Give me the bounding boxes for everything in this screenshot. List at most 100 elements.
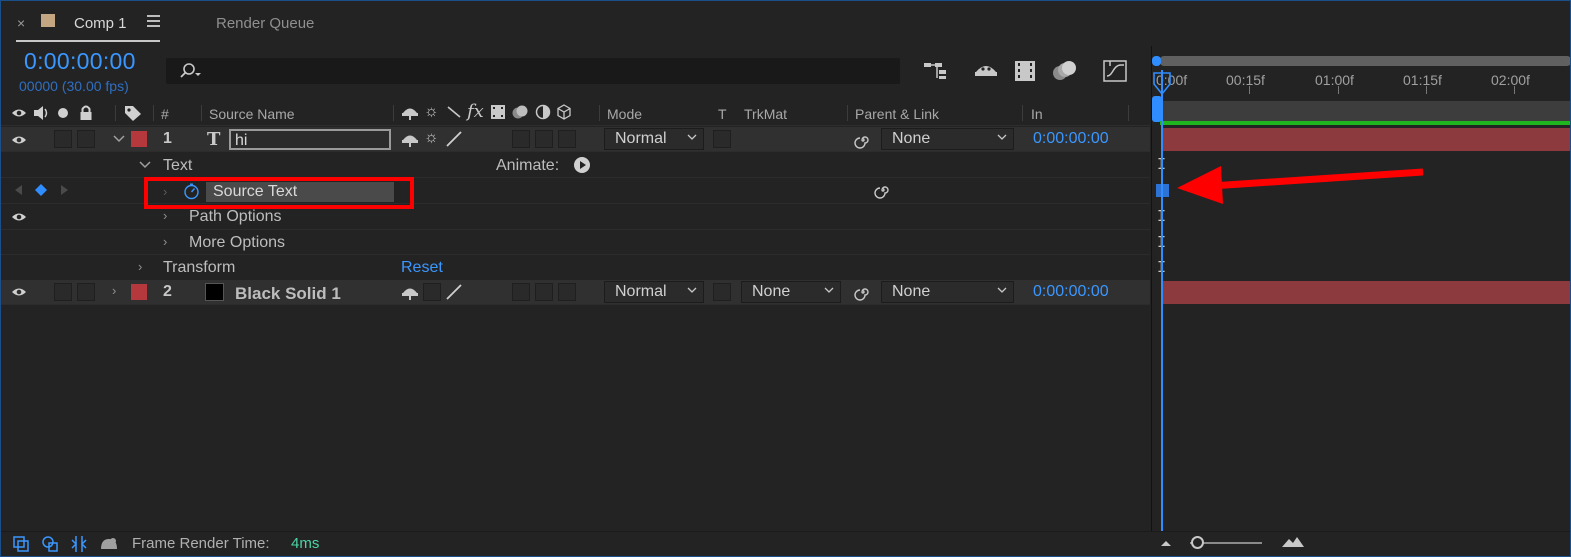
time-ruler-label: 00:15f xyxy=(1226,72,1265,88)
source-text-label[interactable]: Source Text xyxy=(213,183,297,201)
reset-link[interactable]: Reset xyxy=(401,259,443,277)
switch-toggle[interactable] xyxy=(558,130,576,148)
pickwhip-icon[interactable] xyxy=(854,131,872,149)
zoom-in-icon[interactable] xyxy=(1281,536,1305,548)
panel-menu-icon[interactable] xyxy=(147,15,160,27)
time-navigator-start-handle[interactable] xyxy=(1152,56,1161,66)
column-header-number[interactable]: # xyxy=(161,106,169,122)
switch-toggle[interactable] xyxy=(535,130,553,148)
chevron-right-icon[interactable]: › xyxy=(138,259,142,274)
effects-icon: fx xyxy=(467,101,484,122)
current-time-display[interactable]: 0:00:00:00 xyxy=(24,48,136,75)
column-header-source-name[interactable]: Source Name xyxy=(209,106,295,122)
zoom-slider-thumb[interactable] xyxy=(1191,536,1204,549)
layer-in-point[interactable]: 0:00:00:00 xyxy=(1033,283,1109,301)
layer-in-point[interactable]: 0:00:00:00 xyxy=(1033,130,1109,148)
transfer-controls-icon[interactable] xyxy=(41,535,59,553)
column-separator xyxy=(599,105,600,121)
frame-render-time-value: 4ms xyxy=(291,535,320,552)
switch-toggle[interactable] xyxy=(535,283,553,301)
eye-icon[interactable] xyxy=(11,106,27,120)
work-area-bar[interactable] xyxy=(1160,101,1571,121)
chevron-down-icon[interactable] xyxy=(112,134,126,144)
lock-icon[interactable] xyxy=(79,104,93,121)
current-time-indicator[interactable] xyxy=(1161,70,1163,531)
shy-icon[interactable] xyxy=(972,58,1000,84)
switch-toggle[interactable] xyxy=(558,283,576,301)
column-header-in[interactable]: In xyxy=(1031,106,1043,122)
render-time-icon[interactable] xyxy=(98,535,120,553)
speaker-icon[interactable] xyxy=(32,105,50,121)
column-header-t[interactable]: T xyxy=(718,106,727,122)
column-header-trkmat[interactable]: TrkMat xyxy=(744,106,787,122)
column-header-mode[interactable]: Mode xyxy=(607,106,642,122)
keyframe-diamond-icon[interactable] xyxy=(34,183,48,197)
layer-switches-icon[interactable] xyxy=(12,535,30,553)
chevron-right-icon[interactable]: › xyxy=(163,208,167,223)
switch-toggle[interactable] xyxy=(512,283,530,301)
layer-name-field[interactable]: hi xyxy=(229,129,391,150)
frame-blend-icon[interactable] xyxy=(1011,58,1039,84)
time-ruler-tick xyxy=(1426,86,1427,94)
chevron-down-icon xyxy=(687,134,697,140)
switch-toggle[interactable] xyxy=(512,130,530,148)
motion-blur-icon[interactable] xyxy=(1050,58,1078,84)
layer-label-color[interactable] xyxy=(131,131,147,147)
more-options-label: More Options xyxy=(189,234,286,251)
sun-icon[interactable]: ☼ xyxy=(424,129,439,147)
close-tab-button[interactable]: × xyxy=(17,15,25,31)
text-layer-icon: T xyxy=(207,129,221,150)
quality-switch-icon[interactable] xyxy=(444,130,464,148)
layer-label-color[interactable] xyxy=(131,284,147,300)
time-ruler-tick xyxy=(1514,86,1515,94)
chevron-down-icon[interactable] xyxy=(138,160,152,170)
pickwhip-icon[interactable] xyxy=(854,283,872,301)
flowchart-icon[interactable] xyxy=(922,58,950,84)
blend-mode-dropdown[interactable]: Normal xyxy=(604,128,704,150)
property-row-more-options xyxy=(0,230,1150,255)
layer-name[interactable]: Black Solid 1 xyxy=(235,284,341,304)
shy-switch-icon[interactable] xyxy=(401,131,419,147)
blend-mode-dropdown[interactable]: Normal xyxy=(604,281,704,303)
chevron-right-icon[interactable]: › xyxy=(112,283,116,298)
parent-dropdown[interactable]: None xyxy=(881,128,1014,150)
eye-icon[interactable] xyxy=(11,210,27,224)
label-tag-icon[interactable] xyxy=(123,104,143,122)
solid-color-swatch xyxy=(205,283,224,301)
play-circle-icon[interactable] xyxy=(573,156,591,174)
track-matte-dropdown[interactable]: None xyxy=(741,281,841,303)
eye-icon[interactable] xyxy=(11,133,27,147)
zoom-out-icon[interactable] xyxy=(1159,538,1173,548)
column-header-parent-link[interactable]: Parent & Link xyxy=(855,106,939,122)
chevron-right-icon[interactable]: › xyxy=(163,234,167,249)
parent-dropdown[interactable]: None xyxy=(881,281,1014,303)
quality-switch-icon[interactable] xyxy=(444,283,464,301)
in-out-panel-icon[interactable] xyxy=(70,534,88,554)
preserve-transparency-toggle[interactable] xyxy=(713,130,731,148)
tab-render-queue[interactable]: Render Queue xyxy=(216,15,314,32)
solo-toggle[interactable] xyxy=(54,283,72,301)
preserve-transparency-toggle[interactable] xyxy=(713,283,731,301)
eye-icon[interactable] xyxy=(11,285,27,299)
shy-switch-icon[interactable] xyxy=(401,284,419,300)
tab-comp-1[interactable]: Comp 1 xyxy=(74,15,127,32)
previous-keyframe-icon[interactable] xyxy=(13,184,23,196)
blend-mode-value: Normal xyxy=(615,130,667,147)
time-navigator-bar[interactable] xyxy=(1160,56,1571,66)
playhead-handle-icon[interactable] xyxy=(1153,72,1171,96)
solo-toggle[interactable] xyxy=(54,130,72,148)
lock-toggle[interactable] xyxy=(77,283,95,301)
next-keyframe-icon[interactable] xyxy=(60,184,70,196)
layer-1-duration-bar[interactable] xyxy=(1162,128,1571,151)
pickwhip-icon[interactable] xyxy=(874,181,892,199)
switch-toggle[interactable] xyxy=(423,283,441,301)
layer-2-duration-bar[interactable] xyxy=(1162,281,1571,304)
render-cache-bar xyxy=(1160,121,1571,125)
solo-icon[interactable] xyxy=(57,107,69,119)
graph-editor-icon[interactable] xyxy=(1101,58,1129,84)
layer-search-input[interactable] xyxy=(166,58,900,84)
lock-toggle[interactable] xyxy=(77,130,95,148)
stopwatch-icon[interactable] xyxy=(183,183,200,200)
frame-render-time-label: Frame Render Time: xyxy=(132,535,270,552)
layer-number: 1 xyxy=(163,130,172,147)
